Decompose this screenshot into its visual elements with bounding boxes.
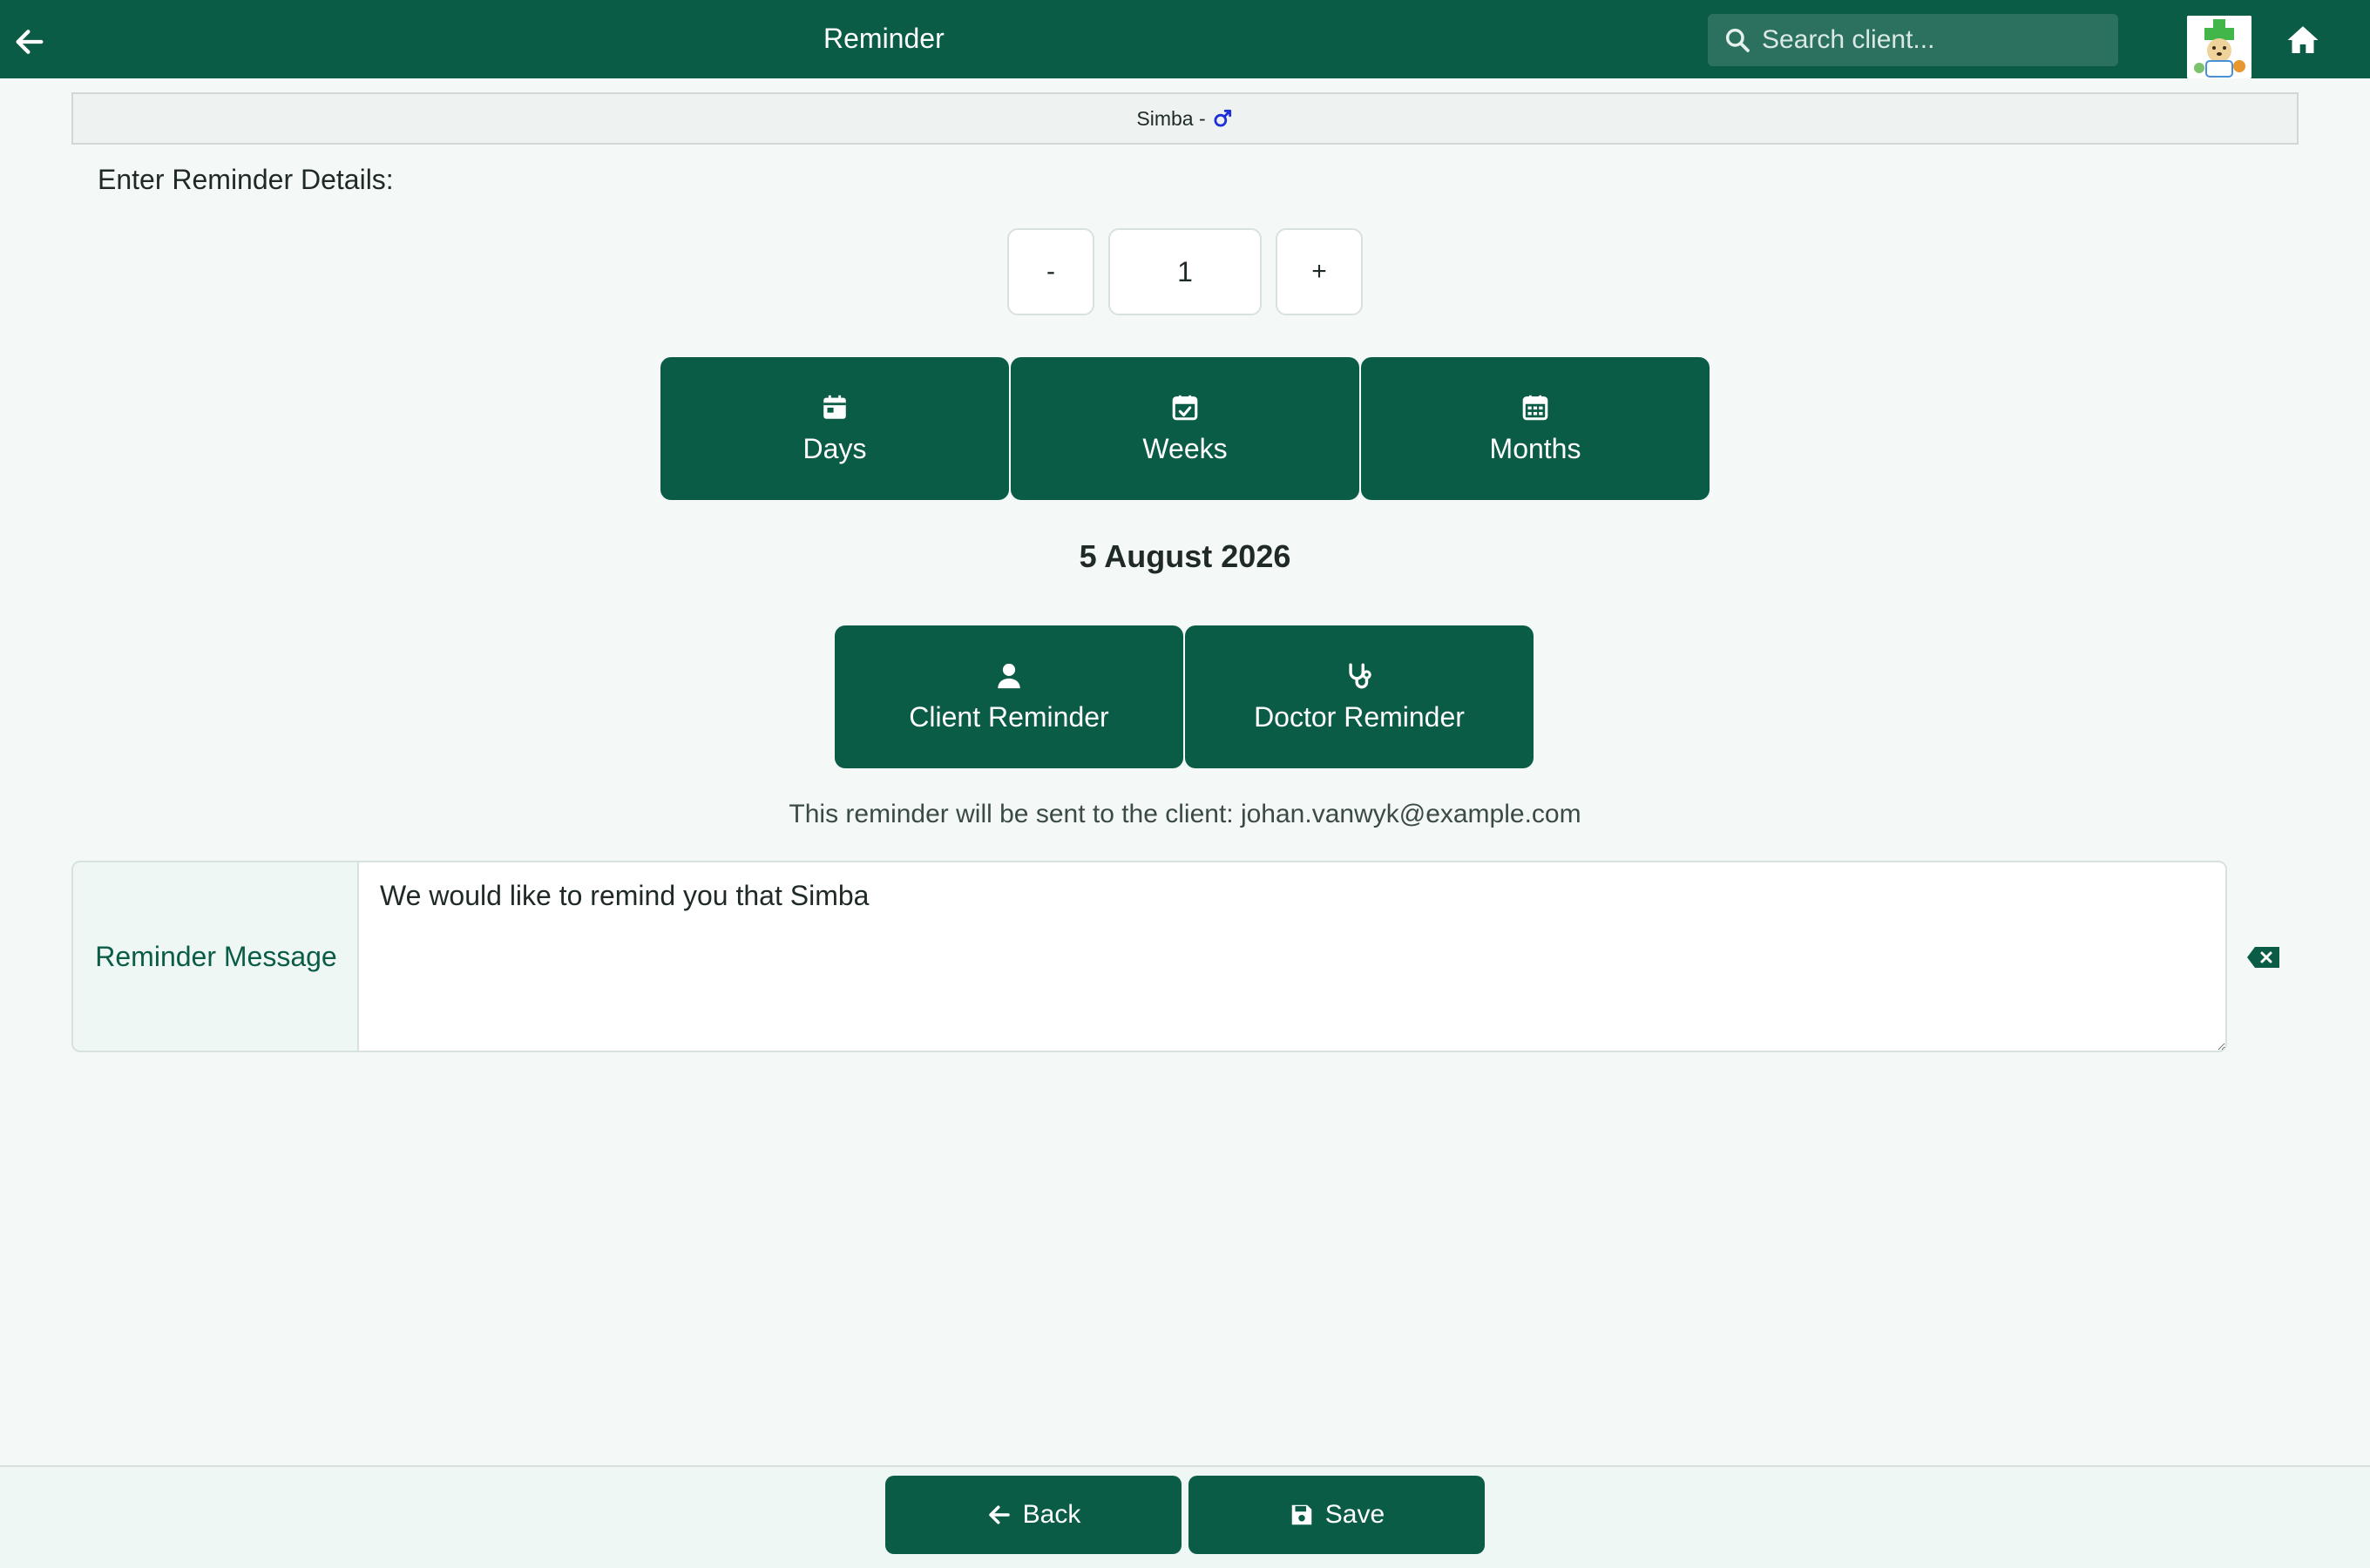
back-arrow-icon[interactable] (12, 24, 47, 59)
section-label: Enter Reminder Details: (98, 164, 394, 195)
search-icon (1725, 28, 1750, 52)
patient-bar: Simba - (71, 92, 2299, 145)
calendar-check-icon (1172, 395, 1198, 420)
days-label: Days (802, 432, 867, 464)
weeks-label: Weeks (1142, 432, 1228, 464)
increment-button[interactable]: + (1276, 228, 1363, 315)
home-icon[interactable] (2285, 23, 2321, 57)
clinic-logo-image (2187, 16, 2252, 78)
days-button[interactable]: Days (660, 357, 1009, 500)
page-title: Reminder (823, 23, 945, 54)
client-reminder-label: Client Reminder (909, 700, 1109, 733)
back-button[interactable]: Back (885, 1476, 1182, 1554)
search-box[interactable] (1708, 14, 2118, 66)
calendar-day-icon (823, 395, 846, 419)
patient-name: Simba - (1136, 106, 1206, 130)
top-bar: Reminder (0, 0, 2370, 78)
send-info-text: This reminder will be sent to the client… (789, 800, 1581, 828)
months-label: Months (1489, 432, 1581, 464)
reminder-message-input[interactable] (357, 861, 2227, 1052)
doctor-reminder-button[interactable]: Doctor Reminder (1185, 625, 1534, 768)
user-icon (998, 663, 1020, 688)
search-input[interactable] (1762, 14, 2110, 66)
male-icon (1214, 109, 1231, 127)
footer-bar (0, 1465, 2370, 1568)
save-label: Save (1324, 1500, 1385, 1529)
save-button[interactable]: Save (1188, 1476, 1485, 1554)
client-reminder-button[interactable]: Client Reminder (835, 625, 1183, 768)
reminder-message-label: Reminder Message (71, 861, 359, 1052)
clinic-logo (2187, 16, 2252, 78)
floppy-disk-icon (1291, 1504, 1312, 1525)
arrow-left-icon (988, 1505, 1010, 1524)
stethoscope-icon (1349, 663, 1371, 688)
months-button[interactable]: Months (1361, 357, 1710, 500)
doctor-reminder-label: Doctor Reminder (1254, 700, 1465, 733)
quantity-stepper-value[interactable] (1108, 228, 1262, 315)
weeks-button[interactable]: Weeks (1011, 357, 1359, 500)
decrement-button[interactable]: - (1007, 228, 1094, 315)
clear-text-icon[interactable] (2246, 946, 2281, 969)
back-label: Back (1022, 1500, 1081, 1529)
reminder-date: 5 August 2026 (1079, 538, 1291, 574)
calendar-grid-icon (1522, 395, 1548, 420)
